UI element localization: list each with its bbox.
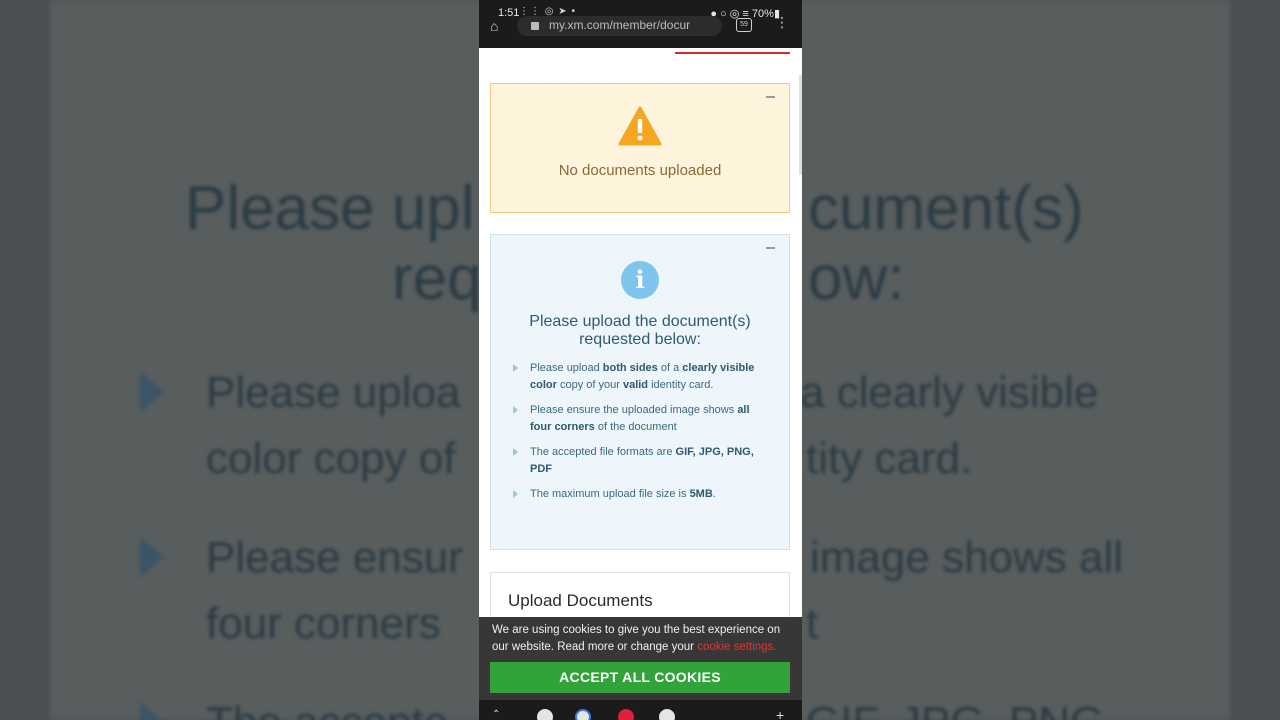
- bg-title-right: cument(s): [808, 174, 1084, 243]
- bg-line4-right: t: [806, 599, 819, 648]
- app-icon[interactable]: [659, 709, 675, 720]
- page-scrollbar[interactable]: [799, 75, 802, 175]
- url-text: my.xm.com/member/docur: [549, 18, 691, 32]
- bg-arrow-3: [140, 702, 164, 720]
- requested-documents-card: i Please upload the document(s) requeste…: [490, 234, 790, 550]
- list-item: The maximum upload file size is 5MB.: [511, 486, 773, 503]
- no-documents-card: No documents uploaded: [490, 83, 790, 213]
- more-menu-icon[interactable]: ⋮: [775, 14, 789, 31]
- list-item: Please ensure the uploaded image shows a…: [511, 402, 773, 436]
- list-item: Please upload both sides of a clearly vi…: [511, 360, 773, 394]
- plus-icon[interactable]: +: [776, 707, 784, 720]
- collapse-icon[interactable]: [766, 96, 775, 98]
- info-icon: i: [621, 261, 659, 299]
- browser-bottom-bar: ⌃ +: [479, 700, 802, 720]
- bg-line3-left: Please ensur: [206, 533, 463, 582]
- bg-title2-right: ow:: [808, 244, 905, 313]
- tab-switcher-button[interactable]: 59: [736, 18, 752, 32]
- upload-documents-heading: Upload Documents: [508, 591, 653, 610]
- bg-arrow-2: [140, 537, 164, 577]
- bg-arrow-1: [140, 372, 164, 412]
- bg-line5-right: GIF, JPG, PNG,: [806, 690, 1117, 720]
- bg-line2-right: tity card.: [806, 434, 973, 483]
- bg-line3-right: image shows all: [810, 533, 1124, 582]
- url-bar[interactable]: my.xm.com/member/docur: [517, 16, 722, 36]
- cookie-settings-link[interactable]: cookie settings.: [697, 641, 776, 653]
- app-icon[interactable]: [575, 709, 591, 720]
- collapse-icon[interactable]: [766, 247, 775, 249]
- browser-status-bar: 1:51 ⋮⋮ ◎ ➤ • ● ○ ◎ ≡ 70%▮ ⌂ my.xm.com/m…: [479, 0, 802, 48]
- bg-line1-right: a clearly visible: [800, 368, 1099, 417]
- app-icon[interactable]: [537, 709, 553, 720]
- bg-title2-left: req: [392, 244, 482, 313]
- active-tab-underline: [675, 52, 790, 54]
- pinterest-icon[interactable]: [618, 709, 634, 720]
- lock-icon: [531, 22, 539, 30]
- home-icon[interactable]: ⌂: [490, 18, 504, 34]
- cookie-message: We are using cookies to give you the bes…: [492, 624, 781, 653]
- phone-screen: 1:51 ⋮⋮ ◎ ➤ • ● ○ ◎ ≡ 70%▮ ⌂ my.xm.com/m…: [479, 0, 802, 720]
- bg-line4-left: four corners: [206, 599, 441, 648]
- chevron-up-icon[interactable]: ⌃: [492, 709, 500, 720]
- accept-all-cookies-button[interactable]: ACCEPT ALL COOKIES: [490, 662, 790, 693]
- bg-line5-left: The accepte: [206, 690, 448, 720]
- list-item: The accepted file formats are GIF, JPG, …: [511, 444, 773, 478]
- no-documents-message: No documents uploaded: [558, 162, 722, 179]
- info-title: Please upload the document(s) requested …: [529, 313, 751, 348]
- bg-line1-left: Please uploa: [206, 368, 461, 417]
- bg-title-left: Please upl: [185, 174, 475, 243]
- bg-line2-left: color copy of: [206, 434, 456, 483]
- warning-icon: [618, 106, 662, 146]
- requirements-list: Please upload both sides of a clearly vi…: [511, 360, 773, 511]
